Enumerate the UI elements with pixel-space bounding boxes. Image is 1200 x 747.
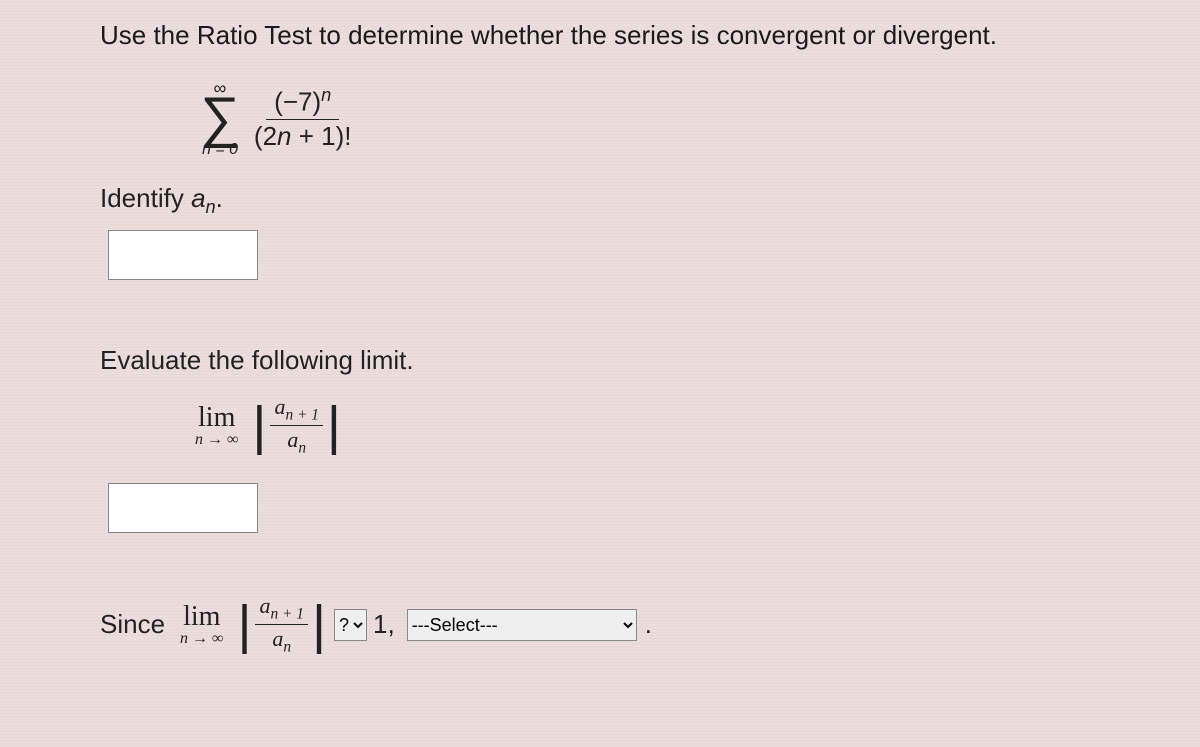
conclusion-select[interactable]: ---Select---: [407, 609, 637, 641]
identify-var-sub: n: [206, 197, 216, 217]
since-abs-left: |: [233, 598, 255, 652]
abs-bar-left: |: [248, 399, 270, 453]
ratio-fraction: an + 1 an: [270, 394, 322, 458]
identify-prefix: Identify: [100, 183, 191, 213]
since-abs-right: |: [308, 598, 330, 652]
ratio-numerator: an + 1: [270, 394, 322, 426]
one-comma: 1,: [373, 609, 395, 640]
ratio-denominator: an: [283, 426, 310, 457]
since-line: Since lim n → ∞ | an + 1 an | ? 1, ---Se…: [100, 593, 1160, 657]
lim-text: lim: [198, 404, 235, 432]
period: .: [645, 609, 652, 640]
lim-block: lim n → ∞: [195, 404, 238, 448]
series-denominator: (2n + 1)!: [246, 120, 360, 152]
series-numerator: (−7)n: [266, 85, 339, 120]
question-text: Use the Ratio Test to determine whether …: [100, 20, 1160, 51]
since-word: Since: [100, 609, 165, 640]
evaluate-label: Evaluate the following limit.: [100, 345, 1160, 376]
sigma-block: ∞ ∑ n = 0: [200, 79, 240, 158]
identify-suffix: .: [216, 183, 223, 213]
identify-input[interactable]: [108, 230, 258, 280]
sigma-symbol: ∑: [200, 95, 240, 140]
limit-input[interactable]: [108, 483, 258, 533]
since-lim-sub: n → ∞: [180, 631, 223, 647]
sigma-lower: n = 0: [202, 142, 238, 158]
series-expression: ∞ ∑ n = 0 (−7)n (2n + 1)!: [200, 79, 360, 158]
series-fraction: (−7)n (2n + 1)!: [246, 85, 360, 152]
since-ratio-den: an: [268, 625, 295, 656]
numerator-base: (−7): [274, 87, 321, 117]
numerator-exponent: n: [321, 85, 331, 105]
since-lim-text: lim: [183, 603, 220, 631]
identify-label: Identify an.: [100, 183, 1160, 218]
since-lim-block: lim n → ∞: [180, 603, 223, 647]
limit-expression: lim n → ∞ | an + 1 an |: [195, 394, 345, 458]
since-ratio-fraction: an + 1 an: [255, 593, 307, 657]
since-ratio-num: an + 1: [255, 593, 307, 625]
identify-var: a: [191, 183, 205, 213]
compare-select[interactable]: ?: [334, 609, 367, 641]
abs-bar-right: |: [323, 399, 345, 453]
lim-sub: n → ∞: [195, 432, 238, 448]
